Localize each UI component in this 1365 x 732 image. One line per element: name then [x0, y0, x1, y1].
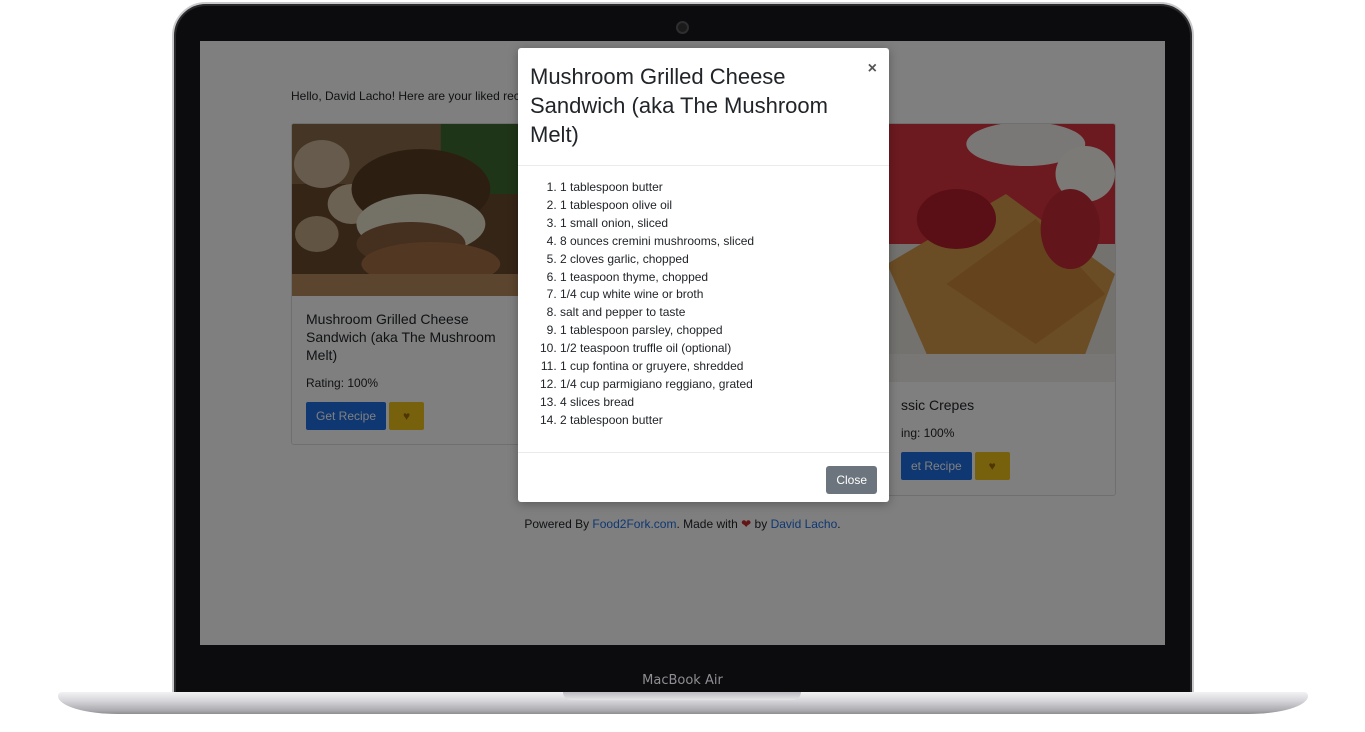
- camera: [678, 23, 687, 32]
- list-item: 4 slices bread: [560, 394, 877, 412]
- list-item: 1/4 cup white wine or broth: [560, 286, 877, 304]
- list-item: 2 tablespoon butter: [560, 412, 877, 430]
- list-item: 1 tablespoon butter: [560, 179, 877, 197]
- list-item: 2 cloves garlic, chopped: [560, 251, 877, 269]
- list-item: 1 tablespoon olive oil: [560, 197, 877, 215]
- modal-title: Mushroom Grilled Cheese Sandwich (aka Th…: [530, 64, 828, 147]
- list-item: 1 cup fontina or gruyere, shredded: [560, 358, 877, 376]
- screen: Hello, David Lacho! Here are your liked …: [200, 41, 1165, 645]
- list-item: 1 small onion, sliced: [560, 215, 877, 233]
- list-item: 1/2 teaspoon truffle oil (optional): [560, 340, 877, 358]
- laptop-notch: [563, 692, 801, 700]
- list-item: 8 ounces cremini mushrooms, sliced: [560, 233, 877, 251]
- recipe-modal: Mushroom Grilled Cheese Sandwich (aka Th…: [518, 48, 889, 502]
- close-icon[interactable]: ×: [868, 61, 877, 77]
- modal-header: Mushroom Grilled Cheese Sandwich (aka Th…: [518, 48, 889, 166]
- close-button[interactable]: Close: [826, 466, 877, 494]
- modal-body: 1 tablespoon butter 1 tablespoon olive o…: [518, 166, 889, 453]
- list-item: 1/4 cup parmigiano reggiano, grated: [560, 376, 877, 394]
- device-label: MacBook Air: [642, 673, 723, 688]
- modal-footer: Close: [518, 453, 889, 505]
- ingredient-list: 1 tablespoon butter 1 tablespoon olive o…: [540, 179, 877, 430]
- list-item: 1 tablespoon parsley, chopped: [560, 322, 877, 340]
- list-item: salt and pepper to taste: [560, 304, 877, 322]
- list-item: 1 teaspoon thyme, chopped: [560, 269, 877, 287]
